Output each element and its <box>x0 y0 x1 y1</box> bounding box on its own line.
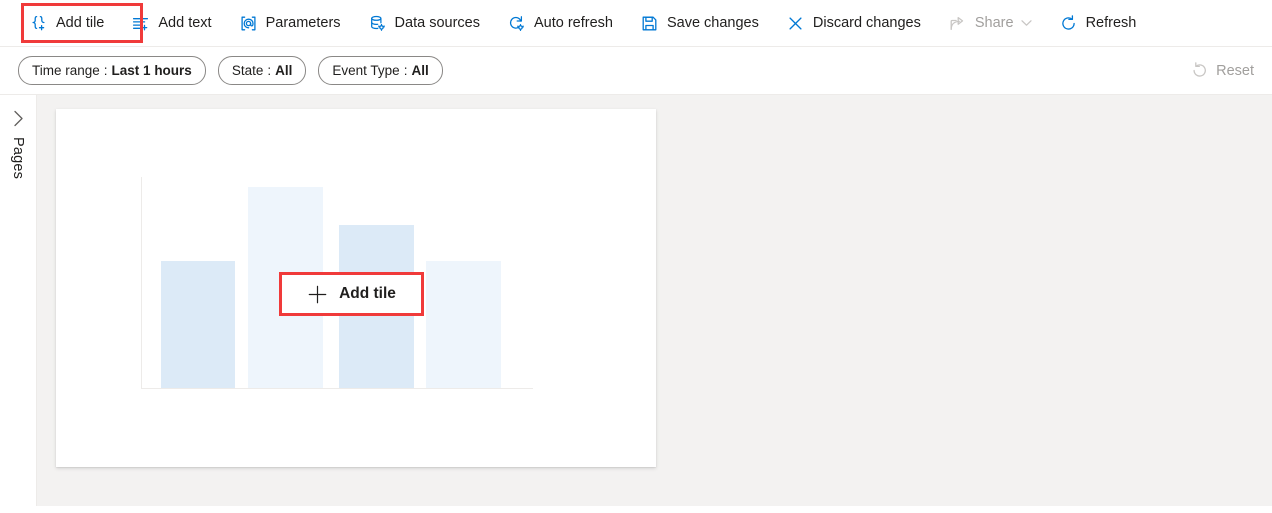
chevron-right-icon[interactable] <box>13 109 24 127</box>
command-label: Add tile <box>56 14 105 31</box>
refresh-gear-icon <box>507 14 526 33</box>
command-data-sources[interactable]: Data sources <box>359 6 489 40</box>
filter-pill-key: Time range <box>32 63 100 78</box>
undo-arrow-icon <box>1190 61 1209 80</box>
command-label: Add text <box>158 14 212 31</box>
command-auto-refresh[interactable]: Auto refresh <box>498 6 622 40</box>
chart-x-axis <box>141 388 533 389</box>
command-label: Share <box>974 14 1014 31</box>
filter-pill-value: All <box>275 63 293 78</box>
chart-y-axis <box>141 177 142 389</box>
command-parameters[interactable]: Parameters <box>230 6 350 40</box>
chevron-down-icon <box>1020 19 1032 27</box>
save-floppy-icon <box>640 14 659 33</box>
add-tile-overlay-button[interactable]: Add tile <box>282 275 421 313</box>
at-bracket-icon <box>239 14 258 33</box>
pages-rail-label: Pages <box>10 137 26 180</box>
plus-icon <box>307 284 328 305</box>
command-label: Data sources <box>394 14 480 31</box>
reset-label: Reset <box>1216 62 1254 79</box>
command-label: Save changes <box>666 14 759 31</box>
add-tile-overlay-label: Add tile <box>339 285 396 302</box>
share-arrow-icon <box>948 14 967 33</box>
database-gear-icon <box>368 14 387 33</box>
command-share[interactable]: Share <box>939 6 1041 40</box>
command-save-changes[interactable]: Save changes <box>631 6 768 40</box>
filter-pill-key: State <box>231 63 264 78</box>
command-bar: Add tile Add text Parameters Data source… <box>0 0 1272 47</box>
filter-pill-separator: : <box>403 63 408 78</box>
tile-card[interactable]: Add tile <box>56 109 656 467</box>
command-discard-changes[interactable]: Discard changes <box>777 6 930 40</box>
filter-pill-time-range[interactable]: Time range : Last 1 hours <box>18 56 206 85</box>
bottom-strip <box>0 506 1272 513</box>
command-label: Refresh <box>1085 14 1137 31</box>
command-refresh[interactable]: Refresh <box>1050 6 1146 40</box>
command-label: Discard changes <box>812 14 921 31</box>
filter-pill-event-type[interactable]: Event Type : All <box>318 56 443 85</box>
close-x-icon <box>786 14 805 33</box>
filter-pill-value: All <box>411 63 429 78</box>
filter-bar: Time range : Last 1 hours State : All Ev… <box>0 47 1272 95</box>
workspace: Pages Add tile <box>0 95 1272 506</box>
braces-plus-icon <box>29 14 48 33</box>
filter-pill-separator: : <box>103 63 108 78</box>
filter-pill-key: Event Type <box>332 63 400 78</box>
filter-pill-value: Last 1 hours <box>111 63 192 78</box>
command-label: Parameters <box>265 14 341 31</box>
chart-bar <box>425 260 501 388</box>
dashboard-canvas[interactable]: Add tile <box>37 95 1272 506</box>
reset-button[interactable]: Reset <box>1190 61 1254 80</box>
command-add-tile[interactable]: Add tile <box>20 6 113 40</box>
filter-pill-separator: : <box>267 63 272 78</box>
pages-rail[interactable]: Pages <box>0 95 37 506</box>
command-add-text[interactable]: Add text <box>122 6 220 40</box>
command-label: Auto refresh <box>533 14 613 31</box>
filter-pill-state[interactable]: State : All <box>217 56 307 85</box>
text-lines-plus-icon <box>131 14 150 33</box>
refresh-circle-icon <box>1059 14 1078 33</box>
chart-bar <box>160 260 236 388</box>
